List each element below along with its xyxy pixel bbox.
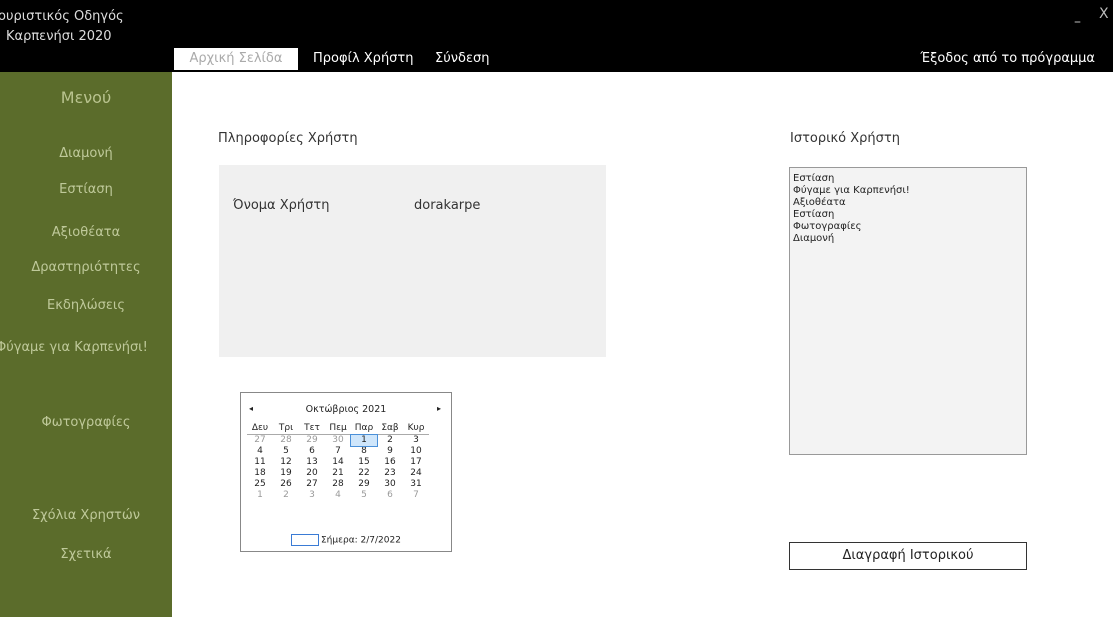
calendar-day[interactable]: 28 [325, 479, 351, 490]
calendar-day[interactable]: 3 [403, 435, 429, 447]
calendar-week-row: 11 12 13 14 15 16 17 [247, 457, 429, 468]
today-marker-icon [291, 534, 319, 546]
calendar-day[interactable]: 3 [299, 490, 325, 501]
username-value: dorakarpe [414, 198, 481, 213]
tab-home[interactable]: Αρχική Σελίδα [174, 48, 298, 70]
calendar-week-row: 25 26 27 28 29 30 31 [247, 479, 429, 490]
calendar-day[interactable]: 4 [247, 446, 273, 457]
calendar-weekday: Τρι [273, 423, 299, 435]
calendar-day[interactable]: 25 [247, 479, 273, 490]
calendar-day[interactable]: 7 [403, 490, 429, 501]
calendar-week-row: 18 19 20 21 22 23 24 [247, 468, 429, 479]
calendar-day[interactable]: 2 [377, 435, 403, 447]
close-icon[interactable]: X [1099, 6, 1109, 22]
calendar-day[interactable]: 6 [299, 446, 325, 457]
sidebar-menu: Μενού Διαμονή Εστίαση Αξιοθέατα Δραστηρι… [0, 72, 172, 617]
calendar-day[interactable]: 29 [351, 479, 377, 490]
calendar-day[interactable]: 18 [247, 468, 273, 479]
calendar-day[interactable]: 11 [247, 457, 273, 468]
calendar-day[interactable]: 2 [273, 490, 299, 501]
tab-login[interactable]: Σύνδεση [435, 48, 489, 70]
calendar-week-row: 1234567 [247, 490, 429, 501]
calendar-week-row: 4 5 6 7 8 9 10 [247, 446, 429, 457]
calendar-day[interactable]: 19 [273, 468, 299, 479]
calendar-day[interactable]: 26 [273, 479, 299, 490]
calendar-weekday: Παρ [351, 423, 377, 435]
calendar-week-row: 27 28 29 30 1 2 3 [247, 433, 429, 447]
calendar-day[interactable]: 16 [377, 457, 403, 468]
sidebar-item-activities[interactable]: Δραστηριότητες [0, 260, 172, 275]
menu-title: Μενού [60, 88, 112, 107]
calendar-day[interactable]: 15 [351, 457, 377, 468]
calendar-day[interactable]: 5 [273, 446, 299, 457]
calendar-day[interactable]: 27 [247, 435, 273, 447]
calendar-day[interactable]: 8 [351, 446, 377, 457]
history-list[interactable]: Εστίαση Φύγαμε για Καρπενήσι! Αξιοθέατα … [789, 167, 1027, 455]
calendar-month-label[interactable]: Οκτώβριος 2021 [241, 404, 451, 415]
app-title-line-1: ουριστικός Οδηγός [0, 9, 124, 24]
calendar-weekday: Σαβ [377, 423, 403, 435]
calendar-day[interactable]: 29 [299, 435, 325, 447]
calendar-day[interactable]: 30 [377, 479, 403, 490]
calendar-today[interactable]: Σήμερα: 2/7/2022 [291, 534, 401, 546]
calendar-day[interactable]: 14 [325, 457, 351, 468]
calendar-day[interactable]: 22 [351, 468, 377, 479]
calendar-day[interactable]: 27 [299, 479, 325, 490]
top-bar: ουριστικός Οδηγός Καρπενήσι 2020 Αρχική … [0, 0, 1113, 72]
calendar-day[interactable]: 1 [350, 433, 378, 447]
calendar-day[interactable]: 12 [273, 457, 299, 468]
calendar-day[interactable]: 9 [377, 446, 403, 457]
user-info-heading: Πληροφορίες Χρήστη [218, 131, 358, 146]
calendar-day[interactable]: 10 [403, 446, 429, 457]
sidebar-item-photos[interactable]: Φωτογραφίες [0, 415, 172, 430]
tab-user-profile[interactable]: Προφίλ Χρήστη [313, 48, 413, 70]
history-heading: Ιστορικό Χρήστη [790, 131, 900, 146]
list-item[interactable]: Διαμονή [793, 233, 1023, 245]
username-label: Όνομα Χρήστη [233, 198, 330, 213]
list-item[interactable]: Φύγαμε για Καρπενήσι! [793, 185, 1023, 197]
calendar-day[interactable]: 28 [273, 435, 299, 447]
calendar-header: ◂ Οκτώβριος 2021 ▸ [241, 404, 451, 418]
exit-program-link[interactable]: Έξοδος από το πρόγραμμα [920, 48, 1095, 70]
sidebar-item-dining[interactable]: Εστίαση [0, 182, 172, 197]
calendar-day[interactable]: 31 [403, 479, 429, 490]
calendar-weekday: Δευ [247, 423, 273, 435]
today-label: Σήμερα: 2/7/2022 [321, 535, 401, 546]
chevron-right-icon[interactable]: ▸ [437, 404, 441, 413]
sidebar-item-events[interactable]: Εκδηλώσεις [0, 298, 172, 313]
calendar-weekday: Κυρ [403, 423, 429, 435]
calendar-day[interactable]: 6 [377, 490, 403, 501]
calendar-day[interactable]: 21 [325, 468, 351, 479]
sidebar-item-about[interactable]: Σχετικά [0, 547, 172, 562]
calendar-weekday: Πεμ [325, 423, 351, 435]
calendar-day[interactable]: 7 [325, 446, 351, 457]
list-item[interactable]: Φωτογραφίες [793, 221, 1023, 233]
sidebar-item-user-comments[interactable]: Σχόλια Χρηστών [0, 508, 172, 523]
user-info-panel: Όνομα Χρήστη dorakarpe [219, 165, 606, 357]
calendar-day[interactable]: 23 [377, 468, 403, 479]
calendar-day[interactable]: 13 [299, 457, 325, 468]
calendar-day[interactable]: 5 [351, 490, 377, 501]
minimize-icon[interactable]: – [1074, 14, 1081, 30]
month-calendar[interactable]: ◂ Οκτώβριος 2021 ▸ Δευ Τρι Τετ Πεμ Παρ Σαβ Κυρ… [240, 392, 452, 552]
app-title-line-2: Καρπενήσι 2020 [6, 29, 112, 44]
calendar-grid: Δευ Τρι Τετ Πεμ Παρ Σαβ Κυρ 27 28 29 30 1 2 3 4 5 6 7 8 9 1… [247, 423, 429, 501]
calendar-day[interactable]: 17 [403, 457, 429, 468]
sidebar-item-sights[interactable]: Αξιοθέατα [0, 225, 172, 240]
calendar-day[interactable]: 20 [299, 468, 325, 479]
calendar-weekday: Τετ [299, 423, 325, 435]
delete-history-button[interactable]: Διαγραφή Ιστορικού [789, 542, 1027, 570]
calendar-day[interactable]: 30 [325, 435, 351, 447]
list-item[interactable]: Εστίαση [793, 209, 1023, 221]
calendar-day[interactable]: 24 [403, 468, 429, 479]
calendar-day[interactable]: 4 [325, 490, 351, 501]
sidebar-item-trip-to-karpenisi[interactable]: Φύγαμε για Καρπενήσι! [0, 340, 172, 355]
calendar-day[interactable]: 1 [247, 490, 273, 501]
list-item[interactable]: Αξιοθέατα [793, 197, 1023, 209]
sidebar-item-accommodation[interactable]: Διαμονή [0, 146, 172, 161]
list-item[interactable]: Εστίαση [793, 173, 1023, 185]
